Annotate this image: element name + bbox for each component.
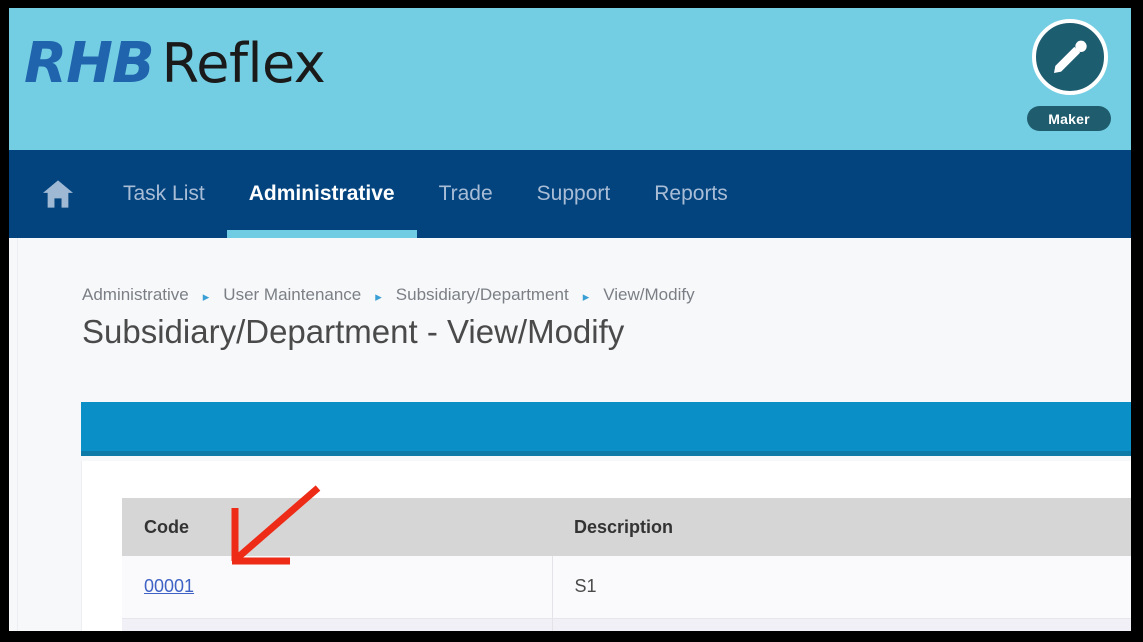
user-profile[interactable]: Maker [1021, 19, 1117, 131]
table-row [122, 618, 1131, 631]
rhb-reflex-logo[interactable]: RHB Reflex [24, 36, 326, 92]
application-viewport: RHB Reflex Maker Task List Administrativ… [9, 8, 1131, 631]
code-link-00001[interactable]: 00001 [144, 576, 194, 596]
nav-label: Task List [123, 182, 205, 205]
main-navigation: Task List Administrative Trade Support R… [9, 150, 1131, 238]
nav-item-administrative[interactable]: Administrative [226, 150, 417, 238]
column-header-code[interactable]: Code [122, 498, 552, 556]
breadcrumb-separator-icon: ▸ [375, 288, 382, 304]
subsidiary-department-table: Code Description 00001 S1 [122, 498, 1131, 631]
column-header-description[interactable]: Description [552, 498, 1131, 556]
role-badge: Maker [1027, 106, 1111, 131]
nav-item-trade[interactable]: Trade [417, 150, 515, 238]
page-title: Subsidiary/Department - View/Modify [82, 313, 625, 350]
avatar[interactable] [1032, 19, 1108, 95]
brand-header: RHB Reflex Maker [9, 8, 1131, 150]
nav-label: Support [536, 182, 611, 205]
nav-item-task-list[interactable]: Task List [101, 150, 227, 238]
breadcrumb-item-subsidiary-department[interactable]: Subsidiary/Department [396, 285, 569, 305]
table-header-row: Code Description [122, 498, 1131, 556]
breadcrumb-separator-icon: ▸ [202, 288, 210, 304]
cell-description: S1 [552, 556, 1131, 619]
cell-code [122, 618, 553, 631]
panel-header [81, 402, 1131, 456]
logo-rhb-text: RHB [24, 31, 155, 96]
breadcrumb: Administrative ▸ User Maintenance ▸ Subs… [82, 285, 695, 305]
pencil-icon [1050, 37, 1090, 77]
nav-label: Reports [654, 182, 728, 205]
nav-label: Trade [438, 182, 493, 205]
cell-code: 00001 [122, 556, 553, 619]
breadcrumb-item-administrative[interactable]: Administrative [82, 285, 189, 305]
nav-label: Administrative [248, 182, 395, 205]
breadcrumb-separator-icon: ▸ [582, 288, 590, 304]
cell-description [552, 618, 1131, 631]
breadcrumb-item-user-maintenance[interactable]: User Maintenance [223, 285, 361, 305]
table-row: 00001 S1 [122, 556, 1131, 619]
page-content: Administrative ▸ User Maintenance ▸ Subs… [9, 238, 1131, 631]
nav-home-button[interactable] [41, 150, 75, 238]
nav-item-support[interactable]: Support [515, 150, 633, 238]
nav-item-reports[interactable]: Reports [632, 150, 750, 238]
home-icon [41, 179, 75, 209]
screenshot-frame: RHB Reflex Maker Task List Administrativ… [0, 0, 1143, 642]
logo-reflex-text: Reflex [161, 32, 326, 95]
breadcrumb-item-view-modify[interactable]: View/Modify [603, 285, 694, 305]
